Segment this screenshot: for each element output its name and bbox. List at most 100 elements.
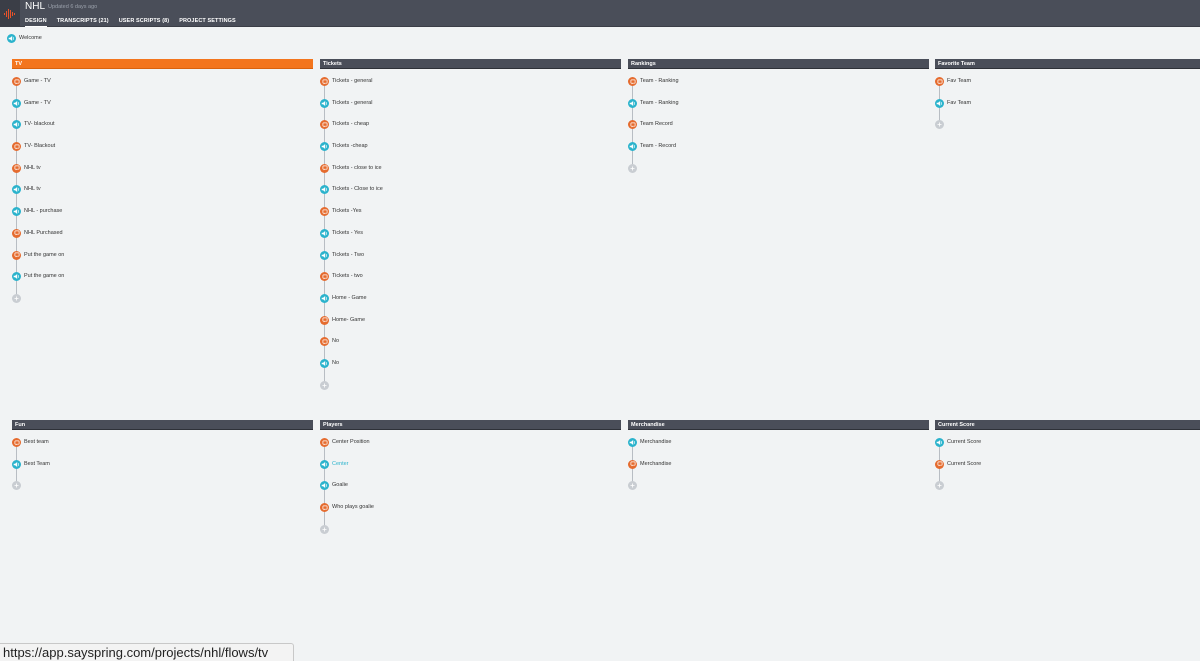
chat-bubble-icon	[320, 337, 329, 347]
app-says-node[interactable]: Tickets - Yes	[320, 228, 621, 238]
user-says-node[interactable]: Team Record	[628, 120, 929, 130]
node-label: Home- Game	[332, 316, 366, 323]
tab-transcripts[interactable]: TRANSCRIPTS (21)	[52, 15, 114, 27]
user-says-node[interactable]: TV- Blackout	[12, 142, 313, 152]
add-node-button[interactable]	[628, 481, 929, 491]
node-label: Tickets -Yes	[332, 208, 362, 215]
node-label: Tickets - close to ice	[332, 164, 382, 171]
app-says-node[interactable]: Team - Record	[628, 142, 929, 152]
speaker-icon	[320, 142, 329, 152]
group-header[interactable]: Rankings	[628, 59, 929, 69]
app-says-node[interactable]: Tickets - Two	[320, 250, 621, 260]
group-header[interactable]: Favorite Team	[935, 59, 1200, 69]
user-says-node[interactable]: Tickets -Yes	[320, 207, 621, 217]
chat-bubble-icon	[12, 228, 21, 238]
node-label: NHL Purchased	[24, 229, 63, 236]
flow-group: Current Score Current Score Current Score	[935, 420, 1200, 491]
user-says-node[interactable]: Best team	[12, 438, 313, 447]
app-says-node[interactable]: Merchandise	[628, 438, 929, 447]
app-says-node[interactable]: Home - Game	[320, 293, 621, 303]
app-says-node[interactable]: Current Score	[935, 438, 1200, 447]
user-says-node[interactable]: Home- Game	[320, 315, 621, 325]
group-header[interactable]: Fun	[12, 420, 313, 430]
add-node-button[interactable]	[12, 293, 313, 303]
node-label: Fav Team	[947, 99, 972, 106]
app-says-node[interactable]: No	[320, 358, 621, 368]
group-items: Center Position Center Goalie Who plays goa…	[320, 438, 621, 534]
user-says-node[interactable]: NHL tv	[12, 163, 313, 173]
user-says-node[interactable]: Merchandise	[628, 459, 929, 469]
node-label: Team Record	[640, 121, 673, 128]
group-header[interactable]: Tickets	[320, 59, 621, 69]
group-items: Fav Team Fav Team	[935, 77, 1200, 130]
add-node-button[interactable]	[320, 380, 621, 390]
user-says-node[interactable]: Tickets - general	[320, 77, 621, 86]
speaker-icon	[7, 34, 16, 43]
user-says-node[interactable]: Current Score	[935, 459, 1200, 469]
chat-bubble-icon	[12, 250, 21, 260]
speaker-icon	[320, 98, 329, 108]
tab-design[interactable]: DESIGN	[20, 15, 52, 27]
sayspring-logo-icon[interactable]	[0, 0, 20, 27]
user-says-node[interactable]: Tickets - two	[320, 272, 621, 282]
tab-user-scripts[interactable]: USER SCRIPTS (8)	[114, 15, 175, 27]
node-label: NHL tv	[24, 164, 41, 171]
app-says-node[interactable]: NHL tv	[12, 185, 313, 195]
node-label: Tickets -cheap	[332, 143, 368, 150]
chat-bubble-icon	[320, 77, 329, 86]
app-says-node[interactable]: Fav Team	[935, 98, 1200, 108]
node-label: Current Score	[947, 439, 982, 445]
chat-bubble-icon	[320, 163, 329, 173]
app-says-node[interactable]: Best Team	[12, 459, 313, 469]
chat-bubble-icon	[12, 438, 21, 447]
chat-bubble-icon	[628, 77, 637, 86]
tab-project-settings[interactable]: PROJECT SETTINGS	[174, 15, 241, 27]
user-says-node[interactable]: Team - Ranking	[628, 77, 929, 86]
chat-bubble-icon	[320, 438, 329, 447]
app-says-node[interactable]: NHL - purchase	[12, 207, 313, 217]
chat-bubble-icon	[320, 207, 329, 217]
plus-icon	[320, 380, 329, 390]
chat-bubble-icon	[320, 315, 329, 325]
add-node-button[interactable]	[12, 481, 313, 491]
user-says-node[interactable]: Who plays goalie	[320, 503, 621, 513]
app-says-node[interactable]: Tickets -cheap	[320, 142, 621, 152]
app-says-node[interactable]: Team - Ranking	[628, 98, 929, 108]
add-node-button[interactable]	[935, 481, 1200, 491]
user-says-node[interactable]: No	[320, 337, 621, 347]
user-says-node[interactable]: Tickets - cheap	[320, 120, 621, 130]
main-nav: DESIGN TRANSCRIPTS (21) USER SCRIPTS (8)…	[20, 15, 241, 27]
node-label: Home - Game	[332, 294, 367, 301]
group-header[interactable]: Merchandise	[628, 420, 929, 430]
user-says-node[interactable]: Game - TV	[12, 77, 313, 86]
group-header[interactable]: Players	[320, 420, 621, 430]
plus-icon	[628, 481, 637, 491]
speaker-icon	[320, 250, 329, 260]
app-says-node[interactable]: Tickets - general	[320, 98, 621, 108]
chat-bubble-icon	[320, 503, 329, 513]
add-node-button[interactable]	[628, 163, 929, 173]
add-node-button[interactable]	[320, 524, 621, 534]
chat-bubble-icon	[935, 77, 944, 86]
user-says-node[interactable]: Center Position	[320, 438, 621, 447]
plus-icon	[12, 293, 21, 303]
app-says-node[interactable]: Center	[320, 459, 621, 469]
app-says-node[interactable]: TV- blackout	[12, 120, 313, 130]
node-label: No	[332, 338, 340, 345]
app-says-node[interactable]: Put the game on	[12, 272, 313, 282]
group-header[interactable]: TV	[12, 59, 313, 69]
app-says-node[interactable]: Tickets - Close to ice	[320, 185, 621, 195]
user-says-node[interactable]: Fav Team	[935, 77, 1200, 86]
speaker-icon	[935, 438, 944, 447]
node-label: Current Score	[947, 460, 982, 467]
user-says-node[interactable]: Put the game on	[12, 250, 313, 260]
node-label: Center	[332, 460, 349, 467]
node-label: Best team	[24, 439, 49, 445]
user-says-node[interactable]: Tickets - close to ice	[320, 163, 621, 173]
group-header[interactable]: Current Score	[935, 420, 1200, 430]
add-node-button[interactable]	[935, 120, 1200, 130]
user-says-node[interactable]: NHL Purchased	[12, 228, 313, 238]
app-says-node[interactable]: Goalie	[320, 481, 621, 491]
app-says-node[interactable]: Game - TV	[12, 98, 313, 108]
welcome-node[interactable]: Welcome	[7, 34, 42, 43]
